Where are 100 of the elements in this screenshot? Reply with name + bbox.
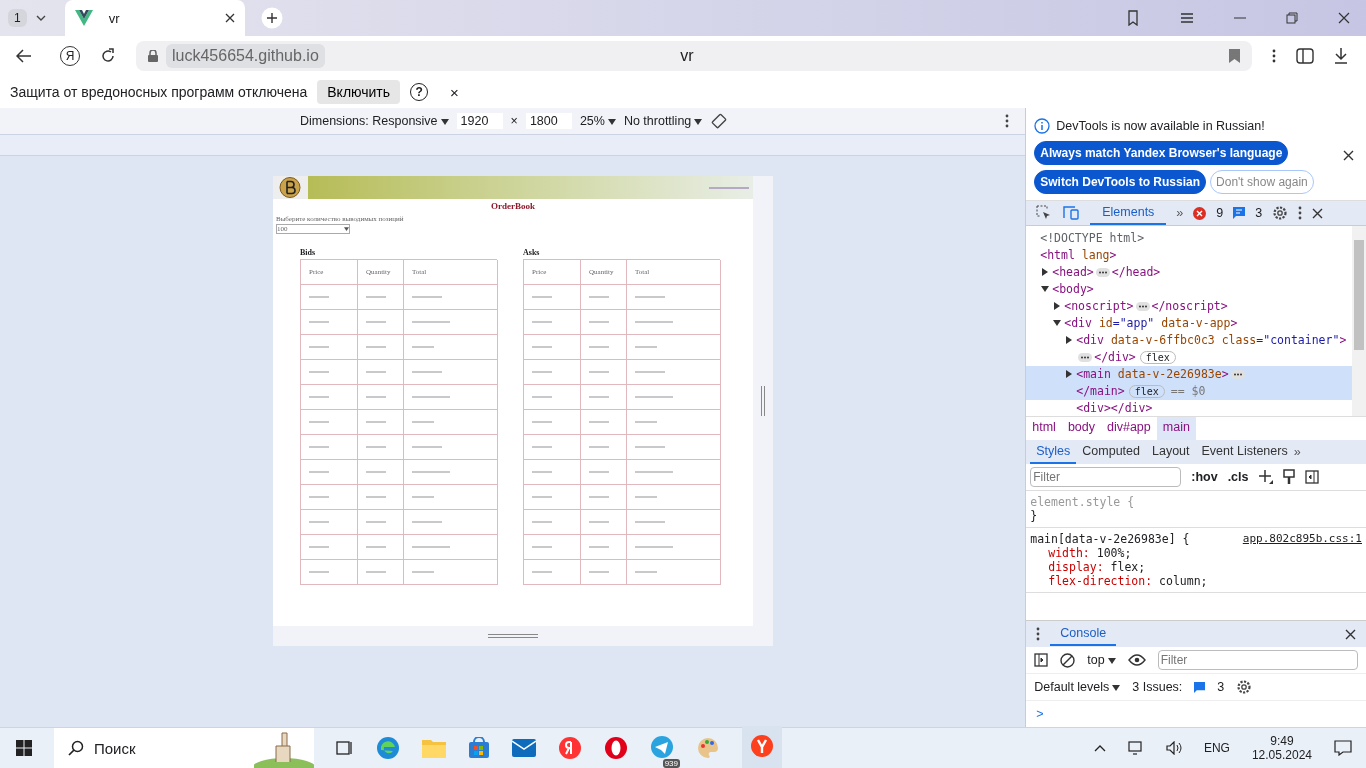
- dimensions-dropdown[interactable]: Dimensions: Responsive: [300, 114, 449, 128]
- disclosure-triangle-icon[interactable]: [1065, 370, 1074, 378]
- styles-pane-tab[interactable]: Computed: [1076, 440, 1146, 464]
- throttling-dropdown[interactable]: No throttling: [623, 114, 703, 128]
- dom-node[interactable]: <html lang>: [1026, 247, 1352, 264]
- sidebar-icon[interactable]: [1296, 47, 1314, 65]
- class-toggle[interactable]: .cls: [1227, 470, 1249, 484]
- paint-brush-icon[interactable]: [1282, 469, 1295, 485]
- search-icon: [68, 740, 84, 756]
- console-prompt[interactable]: >: [1036, 707, 1044, 721]
- more-icon[interactable]: [1272, 49, 1276, 63]
- error-count: 9: [1216, 206, 1224, 220]
- new-tab-icon[interactable]: [260, 7, 283, 29]
- close-icon[interactable]: [1338, 12, 1350, 24]
- paper-plane-icon[interactable]: [650, 734, 674, 759]
- address-bar[interactable]: luck456654.github.io vr: [136, 41, 1252, 71]
- filter-field[interactable]: Filter: [1157, 650, 1358, 670]
- speaker-icon[interactable]: [1165, 741, 1182, 755]
- windows-logo-icon[interactable]: [16, 740, 32, 756]
- breadcrumb[interactable]: html: [1026, 417, 1062, 440]
- clear-icon[interactable]: [1060, 652, 1076, 668]
- edge-icon[interactable]: [376, 736, 400, 760]
- table-title: Asks: [523, 248, 541, 259]
- more-icon[interactable]: [1005, 114, 1010, 128]
- clock-time[interactable]: 9:49: [1270, 734, 1294, 748]
- notification-icon[interactable]: [1334, 740, 1352, 756]
- network-icon[interactable]: [1127, 741, 1144, 755]
- styles-pane-tab[interactable]: Styles: [1030, 440, 1077, 464]
- ellipsis-icon[interactable]: [1230, 370, 1245, 379]
- close-icon[interactable]: [224, 13, 235, 23]
- ellipsis-icon[interactable]: [1135, 302, 1150, 311]
- opera-icon[interactable]: [604, 736, 628, 760]
- styles-pane-tab[interactable]: Layout: [1146, 440, 1196, 464]
- mail-icon[interactable]: [512, 739, 536, 757]
- rotate-icon[interactable]: [710, 112, 729, 130]
- settings-icon[interactable]: [1272, 205, 1289, 221]
- styles-pane-tab[interactable]: Event Listeners: [1195, 440, 1294, 464]
- browser-tab[interactable]: vr: [64, 0, 245, 36]
- console-tab[interactable]: Console: [1050, 622, 1117, 646]
- eye-icon[interactable]: [1127, 654, 1146, 666]
- context-dropdown[interactable]: top: [1087, 653, 1116, 667]
- reload-icon[interactable]: [100, 48, 116, 64]
- filter-field[interactable]: Filter: [1030, 467, 1182, 487]
- plus-icon[interactable]: [1258, 470, 1273, 484]
- task-view-icon[interactable]: [336, 740, 354, 756]
- notice-button[interactable]: Always match Yandex Browser's language: [1034, 141, 1289, 165]
- taskbar-search[interactable]: Поиск: [54, 728, 314, 768]
- scrollbar-thumb[interactable]: [1354, 240, 1364, 350]
- height-field[interactable]: 1800: [525, 113, 572, 129]
- device-icon[interactable]: [1062, 206, 1081, 220]
- dom-node[interactable]: <noscript> </noscript>: [1026, 298, 1352, 315]
- ellipsis-icon[interactable]: [1095, 268, 1110, 277]
- settings-icon[interactable]: [1236, 679, 1253, 695]
- zoom-dropdown[interactable]: 25%: [579, 114, 616, 128]
- breadcrumb[interactable]: body: [1061, 417, 1101, 440]
- sidebar-toggle-icon[interactable]: [1304, 470, 1319, 484]
- more-tabs-button[interactable]: »: [1176, 206, 1184, 220]
- close-icon[interactable]: [1343, 150, 1354, 161]
- bookmark-icon[interactable]: [1229, 49, 1240, 63]
- notice-button[interactable]: Don't show again: [1210, 170, 1314, 194]
- ellipsis-icon[interactable]: [1078, 353, 1093, 362]
- close-icon[interactable]: [1345, 628, 1356, 640]
- times-sign: ×: [510, 114, 518, 128]
- menu-icon[interactable]: [1180, 12, 1194, 24]
- hover-toggle[interactable]: :hov: [1191, 470, 1218, 484]
- dom-node[interactable]: <main data-v-2e26983e> </main> flex == $0: [1026, 366, 1352, 400]
- resize-handle[interactable]: [761, 386, 765, 416]
- yandex-logo-icon[interactable]: [750, 733, 774, 758]
- store-icon[interactable]: [468, 737, 490, 759]
- resize-handle[interactable]: [488, 634, 538, 638]
- notice-button[interactable]: Switch DevTools to Russian: [1034, 170, 1207, 194]
- download-icon[interactable]: [1334, 48, 1348, 64]
- more-icon[interactable]: [1298, 206, 1303, 220]
- more-icon[interactable]: [1036, 627, 1041, 641]
- levels-dropdown[interactable]: Default levels: [1034, 680, 1121, 694]
- dom-node[interactable]: <body>: [1026, 281, 1352, 298]
- breadcrumb[interactable]: main: [1156, 417, 1196, 440]
- breadcrumb[interactable]: div#app: [1101, 417, 1157, 440]
- collections-icon[interactable]: [1126, 10, 1140, 26]
- close-button[interactable]: ×: [450, 83, 459, 101]
- source-link[interactable]: app.802c895b.css:1: [1242, 532, 1362, 546]
- tab-count[interactable]: 1: [8, 9, 27, 27]
- back-arrow-icon[interactable]: [16, 49, 32, 63]
- dom-node[interactable]: <head> </head>: [1026, 264, 1352, 281]
- language-indicator[interactable]: ENG: [1203, 741, 1230, 755]
- dom-node[interactable]: <!DOCTYPE html>: [1026, 230, 1352, 247]
- width-field[interactable]: 1920: [456, 113, 503, 129]
- dom-node[interactable]: <div></div>: [1026, 400, 1352, 417]
- more-tabs-button[interactable]: »: [1293, 445, 1301, 459]
- dom-node[interactable]: <div data-v-6ffbc0c3 class="container"> </div> flex: [1026, 332, 1352, 366]
- clock-date[interactable]: 12.05.2024: [1251, 748, 1312, 762]
- enable-button[interactable]: Включить: [317, 80, 401, 104]
- palette-icon[interactable]: [696, 736, 720, 760]
- dom-node[interactable]: <div id="app" data-v-app>: [1026, 315, 1352, 332]
- restore-icon[interactable]: [1286, 12, 1298, 24]
- chevron-up-icon[interactable]: [1093, 744, 1106, 752]
- yandex-browser-icon[interactable]: [558, 736, 582, 760]
- sidebar-toggle-icon[interactable]: [1034, 653, 1049, 667]
- elements-tab[interactable]: Elements: [1090, 201, 1167, 225]
- close-icon[interactable]: [1312, 207, 1324, 219]
